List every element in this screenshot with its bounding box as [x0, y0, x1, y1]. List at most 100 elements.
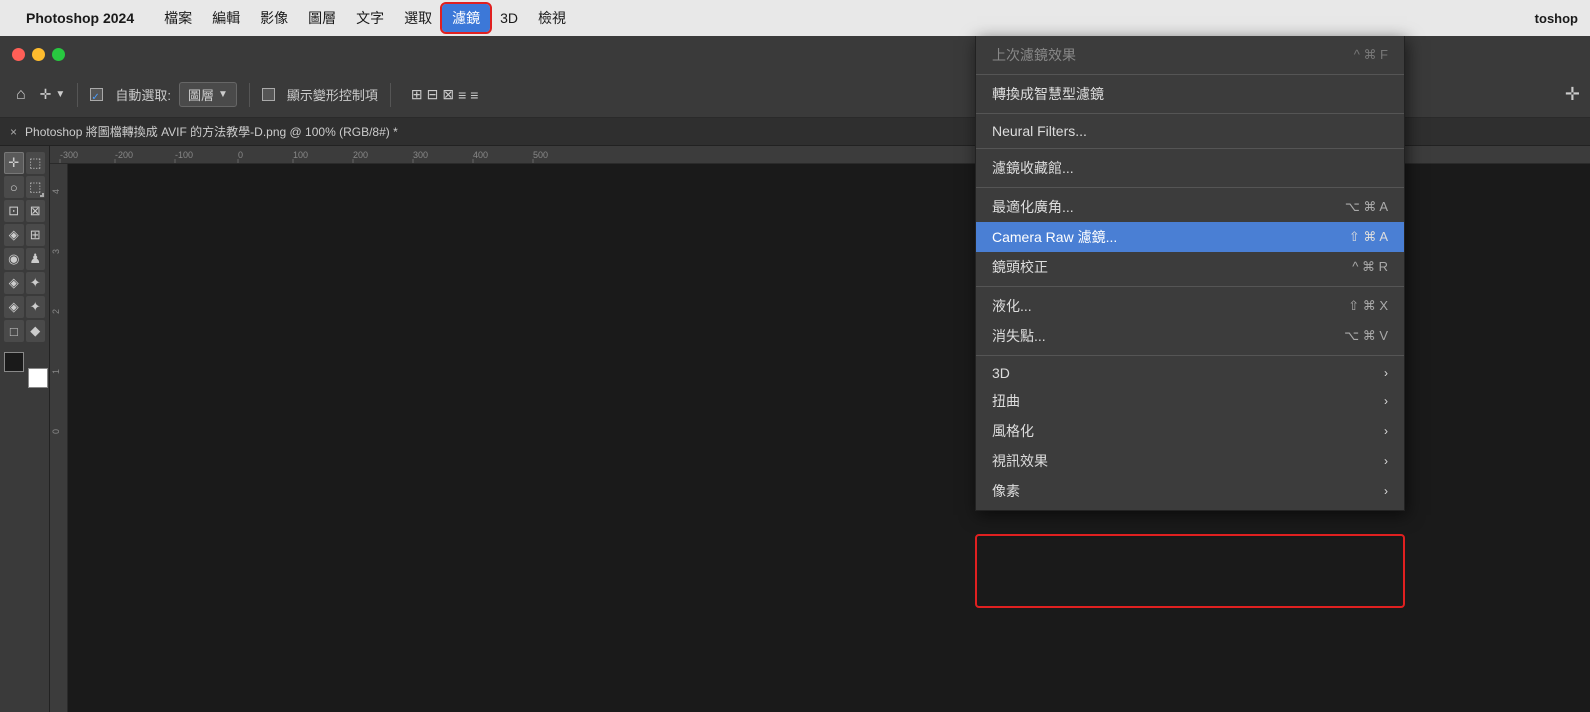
menu-item-edit[interactable]: 編輯: [202, 4, 250, 32]
layer-option-text: 圖層: [188, 85, 214, 104]
filter-gallery-label: 濾鏡收藏館...: [992, 158, 1074, 178]
filter-gallery-item[interactable]: 濾鏡收藏館...: [976, 153, 1404, 183]
tool-row-8: □ ◆: [4, 320, 45, 342]
layer-dropdown-arrow-icon: ▼: [218, 89, 228, 100]
separator-1: [77, 83, 78, 107]
liquify-shortcut: ⇧ ⌘ X: [1348, 298, 1388, 314]
menu-bar: Photoshop 2024 檔案 編輯 影像 圖層 文字 選取 濾鏡 3D 檢…: [0, 0, 1590, 36]
move-tool-options: ✛ ▼: [40, 86, 66, 103]
app-title-right-partial: toshop: [1535, 11, 1578, 26]
camera-raw-label: Camera Raw 濾鏡...: [992, 227, 1117, 247]
filter-dropdown-menu: 上次濾鏡效果 ^ ⌘ F 轉換成智慧型濾鏡 Neural Filters... …: [975, 36, 1405, 511]
transform-tool-button[interactable]: ⊠: [26, 200, 46, 222]
smart-filter-label: 轉換成智慧型濾鏡: [992, 84, 1104, 104]
3d-submenu-item[interactable]: 3D ›: [976, 360, 1404, 386]
last-filter-label: 上次濾鏡效果: [992, 45, 1076, 65]
align-middle-icon[interactable]: ≡: [470, 87, 478, 103]
layer-dropdown[interactable]: 圖層 ▼: [179, 82, 237, 107]
tool-row-1: ✛ ⬚: [4, 152, 45, 174]
polygonal-lasso-tool-button[interactable]: ⬚: [26, 176, 46, 198]
svg-text:-300: -300: [60, 150, 78, 160]
svg-text:-200: -200: [115, 150, 133, 160]
healing-tool-button[interactable]: ✦: [26, 272, 46, 294]
brush-tool-button[interactable]: ◉: [4, 248, 24, 270]
show-transform-checkbox[interactable]: [262, 88, 275, 101]
adaptive-wide-shortcut: ⌥ ⌘ A: [1345, 199, 1388, 215]
tool-row-4: ◈ ⊞: [4, 224, 45, 246]
align-top-icon[interactable]: ≡: [458, 87, 466, 103]
menu-item-layer[interactable]: 圖層: [298, 4, 346, 32]
eraser-tool-button[interactable]: ◈: [4, 272, 24, 294]
app-title: Photoshop 2024: [26, 10, 134, 26]
select2-tool-button[interactable]: ⊞: [26, 224, 46, 246]
menu-item-filter[interactable]: 濾鏡: [442, 4, 490, 32]
document-tab-title[interactable]: Photoshop 將圖檔轉換成 AVIF 的方法教學-D.png @ 100%…: [25, 123, 398, 140]
stylize-label: 風格化: [992, 421, 1034, 441]
clone-stamp-tool-button[interactable]: ♟: [26, 248, 46, 270]
video-label: 視訊效果: [992, 451, 1048, 471]
distort-arrow-icon: ›: [1384, 394, 1388, 408]
vertical-ruler: 4 3 2 1 0: [50, 164, 68, 712]
auto-select-checkbox[interactable]: [90, 88, 103, 101]
move-tool-button[interactable]: ✛: [4, 152, 24, 174]
last-filter-item[interactable]: 上次濾鏡效果 ^ ⌘ F: [976, 40, 1404, 70]
distort-submenu-item[interactable]: 扭曲 ›: [976, 386, 1404, 416]
menu-item-3d[interactable]: 3D: [490, 6, 528, 30]
align-center-icon[interactable]: ⊟: [427, 86, 439, 103]
tab-close-button[interactable]: ×: [10, 125, 17, 139]
stylize-submenu-item[interactable]: 風格化 ›: [976, 416, 1404, 446]
traffic-light-yellow[interactable]: [32, 48, 45, 61]
traffic-light-red[interactable]: [12, 48, 25, 61]
separator-3: [390, 83, 391, 107]
svg-text:1: 1: [51, 369, 61, 374]
dropper2-tool-button[interactable]: ◆: [26, 320, 46, 342]
move-dropdown-arrow[interactable]: ▼: [55, 89, 65, 100]
liquify-item[interactable]: 液化... ⇧ ⌘ X: [976, 291, 1404, 321]
menu-item-file[interactable]: 檔案: [154, 4, 202, 32]
svg-text:4: 4: [51, 189, 61, 194]
vanishing-point-shortcut: ⌥ ⌘ V: [1344, 328, 1388, 344]
video-submenu-item[interactable]: 視訊效果 ›: [976, 446, 1404, 476]
shape-tool-button[interactable]: □: [4, 320, 24, 342]
home-button[interactable]: ⌂: [10, 82, 32, 108]
crop-tool-button[interactable]: ⊡: [4, 200, 24, 222]
vanishing-point-item[interactable]: 消失點... ⌥ ⌘ V: [976, 321, 1404, 351]
selection-tool-button[interactable]: ⬚: [26, 152, 46, 174]
svg-text:0: 0: [238, 150, 243, 160]
filter-sep-5: [976, 286, 1404, 287]
video-arrow-icon: ›: [1384, 454, 1388, 468]
3d-arrow-icon: ›: [1384, 366, 1388, 380]
background-color-swatch[interactable]: [28, 368, 48, 388]
svg-text:300: 300: [413, 150, 428, 160]
menu-item-image[interactable]: 影像: [250, 4, 298, 32]
blur-tool-button[interactable]: ✦: [26, 296, 46, 318]
ruler-h-svg: -300 -200 -100 0 100 200 300 400 500: [50, 146, 990, 163]
move-icon: ✛: [40, 86, 52, 103]
lens-correction-label: 鏡頭校正: [992, 257, 1048, 277]
align-buttons: ⊞ ⊟ ⊠ ≡ ≡: [411, 86, 479, 103]
filter-sep-6: [976, 355, 1404, 356]
smart-filter-item[interactable]: 轉換成智慧型濾鏡: [976, 79, 1404, 109]
menu-item-type[interactable]: 文字: [346, 4, 394, 32]
filter-sep-4: [976, 187, 1404, 188]
toolbox-panel: ✛ ⬚ ○ ⬚ ⊡ ⊠ ◈ ⊞ ◉ ♟ ◈ ✦ ◈: [0, 146, 50, 712]
foreground-background-colors: [4, 352, 48, 388]
gradient-tool-button[interactable]: ◈: [4, 296, 24, 318]
menu-item-view[interactable]: 檢視: [528, 4, 576, 32]
align-right-icon[interactable]: ⊠: [442, 86, 454, 103]
lens-correction-item[interactable]: 鏡頭校正 ^ ⌘ R: [976, 252, 1404, 282]
traffic-light-green[interactable]: [52, 48, 65, 61]
adaptive-wide-item[interactable]: 最適化廣角... ⌥ ⌘ A: [976, 192, 1404, 222]
adaptive-wide-label: 最適化廣角...: [992, 197, 1074, 217]
neural-filters-item[interactable]: Neural Filters...: [976, 118, 1404, 144]
foreground-color-swatch[interactable]: [4, 352, 24, 372]
pixel-submenu-item[interactable]: 像素 ›: [976, 476, 1404, 506]
align-left-icon[interactable]: ⊞: [411, 86, 423, 103]
stylize-arrow-icon: ›: [1384, 424, 1388, 438]
svg-text:2: 2: [51, 309, 61, 314]
tool-row-3: ⊡ ⊠: [4, 200, 45, 222]
camera-raw-item[interactable]: Camera Raw 濾鏡... ⇧ ⌘ A: [976, 222, 1404, 252]
eyedropper-tool-button[interactable]: ◈: [4, 224, 24, 246]
lasso-tool-button[interactable]: ○: [4, 176, 24, 198]
menu-item-select[interactable]: 選取: [394, 4, 442, 32]
